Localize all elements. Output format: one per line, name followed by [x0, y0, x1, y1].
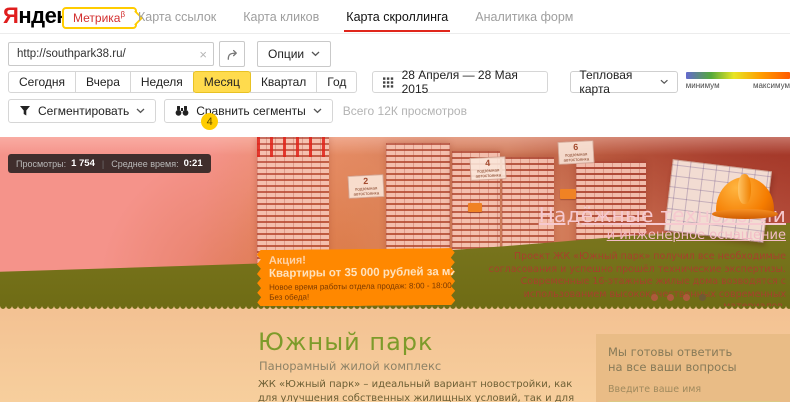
promo-line2: Квартиры от 35 000 рублей за м2 [269, 266, 443, 280]
metrika-label: Метрика [73, 11, 120, 25]
avg-time-value: 0:21 [184, 158, 203, 169]
promo-line1: Акция! [269, 253, 443, 267]
tab-click-map[interactable]: Карта кликов [243, 0, 319, 33]
site-subtitle: Панорамный жилой комплекс [259, 359, 441, 373]
logo-ya: Я [3, 3, 18, 28]
chevron-down-icon [313, 108, 322, 114]
compare-count-badge[interactable]: 4 [201, 113, 218, 130]
promo-line3: Новое время работы отдела продаж: 8:00 -… [269, 281, 443, 292]
beta-superscript: β [120, 10, 125, 19]
site-hero-heatmap: 2 подземная автостоянка 4 подземная авто… [0, 137, 790, 312]
wavy-border [0, 306, 790, 312]
map-tabs: Карта ссылок Карта кликов Карта скроллин… [138, 0, 573, 33]
map-type-select[interactable]: Тепловая карта [570, 71, 677, 93]
chevron-down-icon [311, 51, 320, 57]
period-week[interactable]: Неделя [130, 71, 194, 93]
period-month[interactable]: Месяц [193, 71, 251, 93]
period-group: Сегодня Вчера Неделя Месяц Квартал Год [8, 71, 357, 93]
promo-line4: Без обеда! [269, 291, 443, 302]
url-field-box: × [8, 42, 214, 66]
contact-form-panel: Мы готовы ответить на все ваши вопросы В… [596, 334, 790, 402]
period-year[interactable]: Год [316, 71, 357, 93]
url-toolbar: × Опции [8, 41, 331, 67]
carousel-dots [651, 294, 706, 301]
tab-scroll-map[interactable]: Карта скроллинга [346, 0, 448, 33]
map-type-value: Тепловая карта [579, 68, 660, 96]
period-quarter[interactable]: Квартал [250, 71, 317, 93]
parking-marker: 4 подземная автостоянка [469, 156, 506, 181]
header-divider [0, 33, 790, 34]
date-range-button[interactable]: 28 Апреля — 28 Мая 2015 [372, 71, 548, 93]
parking-marker: 2 подземная автостоянка [347, 174, 384, 199]
carousel-dot-active [699, 294, 706, 301]
total-views-label: Всего 12К просмотров [343, 104, 467, 118]
url-input[interactable] [15, 47, 195, 61]
tooltip-separator: | [100, 159, 106, 169]
period-today[interactable]: Сегодня [8, 71, 76, 93]
tab-link-map[interactable]: Карта ссылок [138, 0, 216, 33]
binoculars-icon [175, 106, 189, 116]
construction-helmet [712, 177, 778, 219]
date-range-label: 28 Апреля — 28 Мая 2015 [402, 68, 538, 96]
heat-legend: минимум максимум [686, 72, 790, 90]
period-toolbar: Сегодня Вчера Неделя Месяц Квартал Год 2… [8, 71, 790, 93]
slide-paragraph: Проект ЖК «Южный парк» получил все необх… [474, 251, 786, 312]
views-value: 1 754 [71, 158, 95, 169]
carousel-dot [667, 294, 674, 301]
form-title-line2: на все ваши вопросы [608, 360, 790, 375]
segment-label: Сегментировать [38, 104, 129, 118]
open-link-button[interactable] [219, 41, 245, 67]
views-label: Просмотры: [16, 159, 66, 169]
period-yesterday[interactable]: Вчера [75, 71, 131, 93]
chevron-down-icon [136, 108, 145, 114]
site-cabin [560, 189, 576, 199]
site-title: Южный парк [258, 328, 434, 356]
calendar-icon [383, 77, 393, 88]
legend-max-label: максимум [753, 81, 790, 90]
clear-icon[interactable]: × [195, 48, 207, 61]
heat-gradient-bar [686, 72, 790, 79]
open-link-icon [225, 47, 240, 62]
name-field-label: Введите ваше имя [608, 384, 790, 395]
filter-icon [19, 105, 31, 117]
metrica-app: Яндекс Метрикаβ Карта ссылок Карта клико… [0, 0, 790, 402]
slide-subtitle: и инженерное оснащение [474, 228, 786, 243]
carousel-dot [683, 294, 690, 301]
segment-button[interactable]: Сегментировать [8, 99, 156, 123]
promo-banner: Акция! Квартиры от 35 000 рублей за м2 Н… [257, 248, 456, 307]
options-label: Опции [268, 47, 304, 61]
carousel-dot [651, 294, 658, 301]
hero-slide-text: Надёжные технологии и инженерное оснащен… [474, 203, 786, 312]
app-header: Яндекс Метрикаβ Карта ссылок Карта клико… [0, 0, 790, 33]
metrika-beta-tag[interactable]: Метрикаβ [62, 7, 137, 29]
legend-min-label: минимум [686, 81, 720, 90]
site-body-heatmap: Южный парк Панорамный жилой комплекс ЖК … [0, 312, 790, 402]
tab-form-analytics[interactable]: Аналитика форм [475, 0, 573, 33]
segment-toolbar: Сегментировать Сравнить сегменты 4 Всего… [8, 99, 467, 123]
form-title-line1: Мы готовы ответить [608, 345, 790, 360]
site-description: ЖК «Южный парк» – идеальный вариант ново… [258, 378, 590, 402]
avg-time-label: Среднее время: [111, 159, 178, 169]
chevron-down-icon [660, 79, 668, 85]
compare-segments-button[interactable]: Сравнить сегменты 4 [164, 99, 333, 123]
scroll-metrics-tooltip: Просмотры: 1 754 | Среднее время: 0:21 [8, 154, 211, 173]
parking-marker: 6 подземная автостоянка [557, 140, 594, 165]
options-button[interactable]: Опции [257, 41, 331, 67]
